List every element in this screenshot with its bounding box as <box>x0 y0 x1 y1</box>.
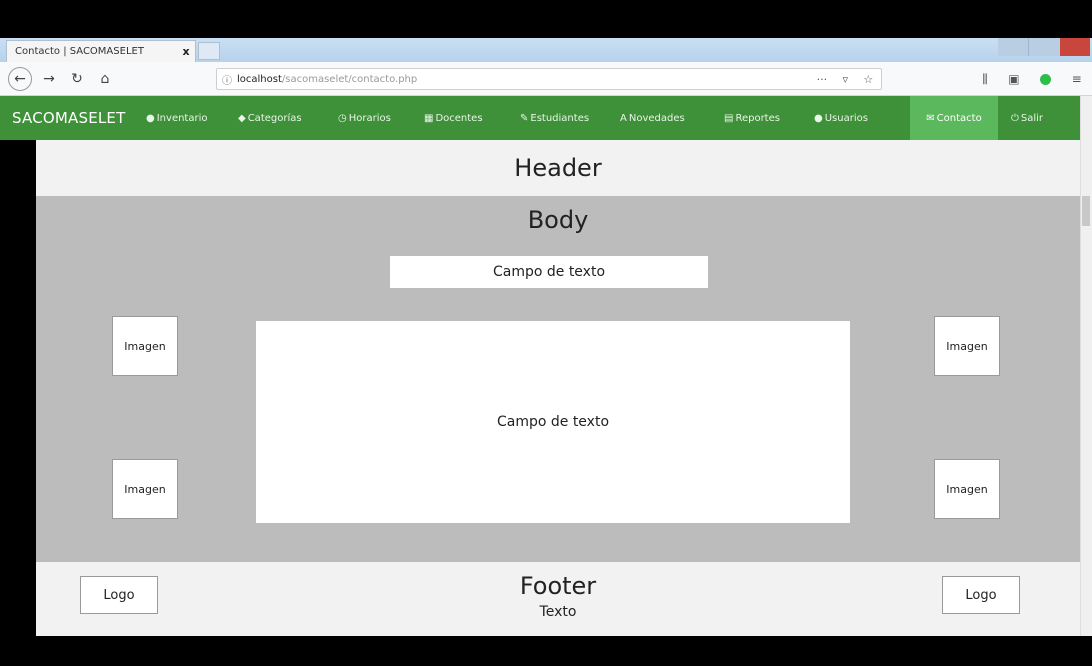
nav-item-label: Reportes <box>735 112 780 124</box>
browser-right-tools: ⫼ ▣ ≡ <box>972 68 1092 90</box>
power-icon: ⏻ <box>1010 112 1019 124</box>
envelope-icon: ✉ <box>926 112 935 124</box>
scrollbar-thumb[interactable] <box>1082 196 1090 226</box>
nav-item-label: Categorías <box>247 112 302 124</box>
extension-icon[interactable] <box>1040 73 1052 85</box>
nav-item-label: Estudiantes <box>530 112 590 124</box>
image-bottom-left: Imagen <box>112 459 178 519</box>
browser-toolbar: ← → ↻ ⌂ ⓘ localhost/sacomaselet/contacto… <box>0 62 1092 96</box>
nav-item-salir[interactable]: ⏻ Salir <box>998 96 1056 140</box>
nav-item-label: Usuarios <box>824 112 868 124</box>
back-icon[interactable]: ← <box>8 66 32 91</box>
browser-tab-bar: Contacto | SACOMASELET x <box>0 38 1092 62</box>
nav-item-label: Novedades <box>628 112 685 124</box>
window-controls <box>998 38 1090 56</box>
nav-item-docentes[interactable]: ▦ Docentes <box>424 96 520 140</box>
header-section: Header <box>36 140 1080 196</box>
nav-item-reportes[interactable]: ▤ Reportes <box>724 96 814 140</box>
url-actions: ··· ▿ ☆ <box>809 73 881 86</box>
nav-item-label: Contacto <box>936 112 982 124</box>
nav-item-usuarios[interactable]: ● Usuarios <box>814 96 910 140</box>
nav-item-label: Salir <box>1020 112 1044 124</box>
maximize-icon[interactable] <box>1028 38 1060 56</box>
nav-item-novedades[interactable]: A Novedades <box>620 96 724 140</box>
nav-menu: ● Inventario ◆ Categorías ◷ Horarios ▦ Docen… <box>146 96 1056 140</box>
road-icon: A <box>620 112 627 124</box>
nav-item-horarios[interactable]: ◷ Horarios <box>338 96 424 140</box>
url-bar[interactable]: ⓘ localhost/sacomaselet/contacto.php ···… <box>216 68 882 90</box>
url-text[interactable]: localhost/sacomaselet/contacto.php <box>237 74 809 85</box>
text-field-small[interactable]: Campo de texto <box>390 256 708 288</box>
clock-icon: ◷ <box>338 112 347 124</box>
minimize-icon[interactable] <box>998 38 1029 56</box>
new-tab-button[interactable] <box>198 42 220 60</box>
footer-title: Footer <box>519 572 597 600</box>
nav-item-label: Inventario <box>156 112 208 124</box>
nav-item-label: Horarios <box>348 112 391 124</box>
logo-right: Logo <box>942 576 1020 614</box>
page-scrollbar[interactable] <box>1080 96 1092 636</box>
nav-item-estudiantes[interactable]: ✎ Estudiantes <box>520 96 620 140</box>
app-navbar: SACOMASELET ● Inventario ◆ Categorías ◷ Hor… <box>0 96 1080 140</box>
list-icon: ▦ <box>424 112 434 124</box>
tag-icon: ◆ <box>238 112 246 124</box>
header-title: Header <box>514 154 602 182</box>
home-icon[interactable]: ⌂ <box>94 68 116 90</box>
library-icon[interactable]: ⫼ <box>982 72 988 87</box>
close-tab-icon[interactable]: x <box>177 45 195 58</box>
user-icon: ● <box>814 112 823 124</box>
nav-item-categorias[interactable]: ◆ Categorías <box>238 96 338 140</box>
body-title: Body <box>527 206 589 234</box>
wireframe-page: Header Body Campo de texto Campo de text… <box>36 140 1080 636</box>
table-icon: ▤ <box>724 112 734 124</box>
url-path: /sacomaselet/contacto.php <box>281 73 418 85</box>
tab-title: Contacto | SACOMASELET <box>15 46 144 57</box>
image-top-left: Imagen <box>112 316 178 376</box>
pocket-icon[interactable]: ▿ <box>843 73 849 86</box>
nav-item-label: Docentes <box>435 112 483 124</box>
url-host: localhost <box>237 73 282 85</box>
brand-link[interactable]: SACOMASELET <box>0 109 146 127</box>
browser-tab-contacto[interactable]: Contacto | SACOMASELET x <box>6 40 196 62</box>
forward-icon[interactable]: → <box>38 68 60 90</box>
text-field-large[interactable]: Campo de texto <box>256 321 850 523</box>
menu-icon[interactable]: ≡ <box>1072 72 1082 86</box>
footer-text: Texto <box>539 604 577 620</box>
pencil-icon: ✎ <box>520 112 529 124</box>
image-top-right: Imagen <box>934 316 1000 376</box>
page-actions-icon[interactable]: ··· <box>817 73 828 86</box>
body-section: Body Campo de texto Campo de texto Image… <box>36 196 1080 562</box>
nav-item-contacto[interactable]: ✉ Contacto <box>910 96 998 140</box>
bookmark-star-icon[interactable]: ☆ <box>863 73 873 86</box>
footer-section: Logo Footer Texto Logo <box>36 562 1080 636</box>
image-bottom-right: Imagen <box>934 459 1000 519</box>
sidebar-icon[interactable]: ▣ <box>1008 72 1019 86</box>
nav-item-inventario[interactable]: ● Inventario <box>146 96 238 140</box>
info-icon[interactable]: ⓘ <box>217 72 237 87</box>
reload-icon[interactable]: ↻ <box>66 68 88 90</box>
screenshot-frame: Contacto | SACOMASELET x ← → ↻ ⌂ ⓘ local… <box>0 0 1092 666</box>
circle-icon: ● <box>146 112 155 124</box>
window-close-icon[interactable] <box>1059 38 1090 56</box>
